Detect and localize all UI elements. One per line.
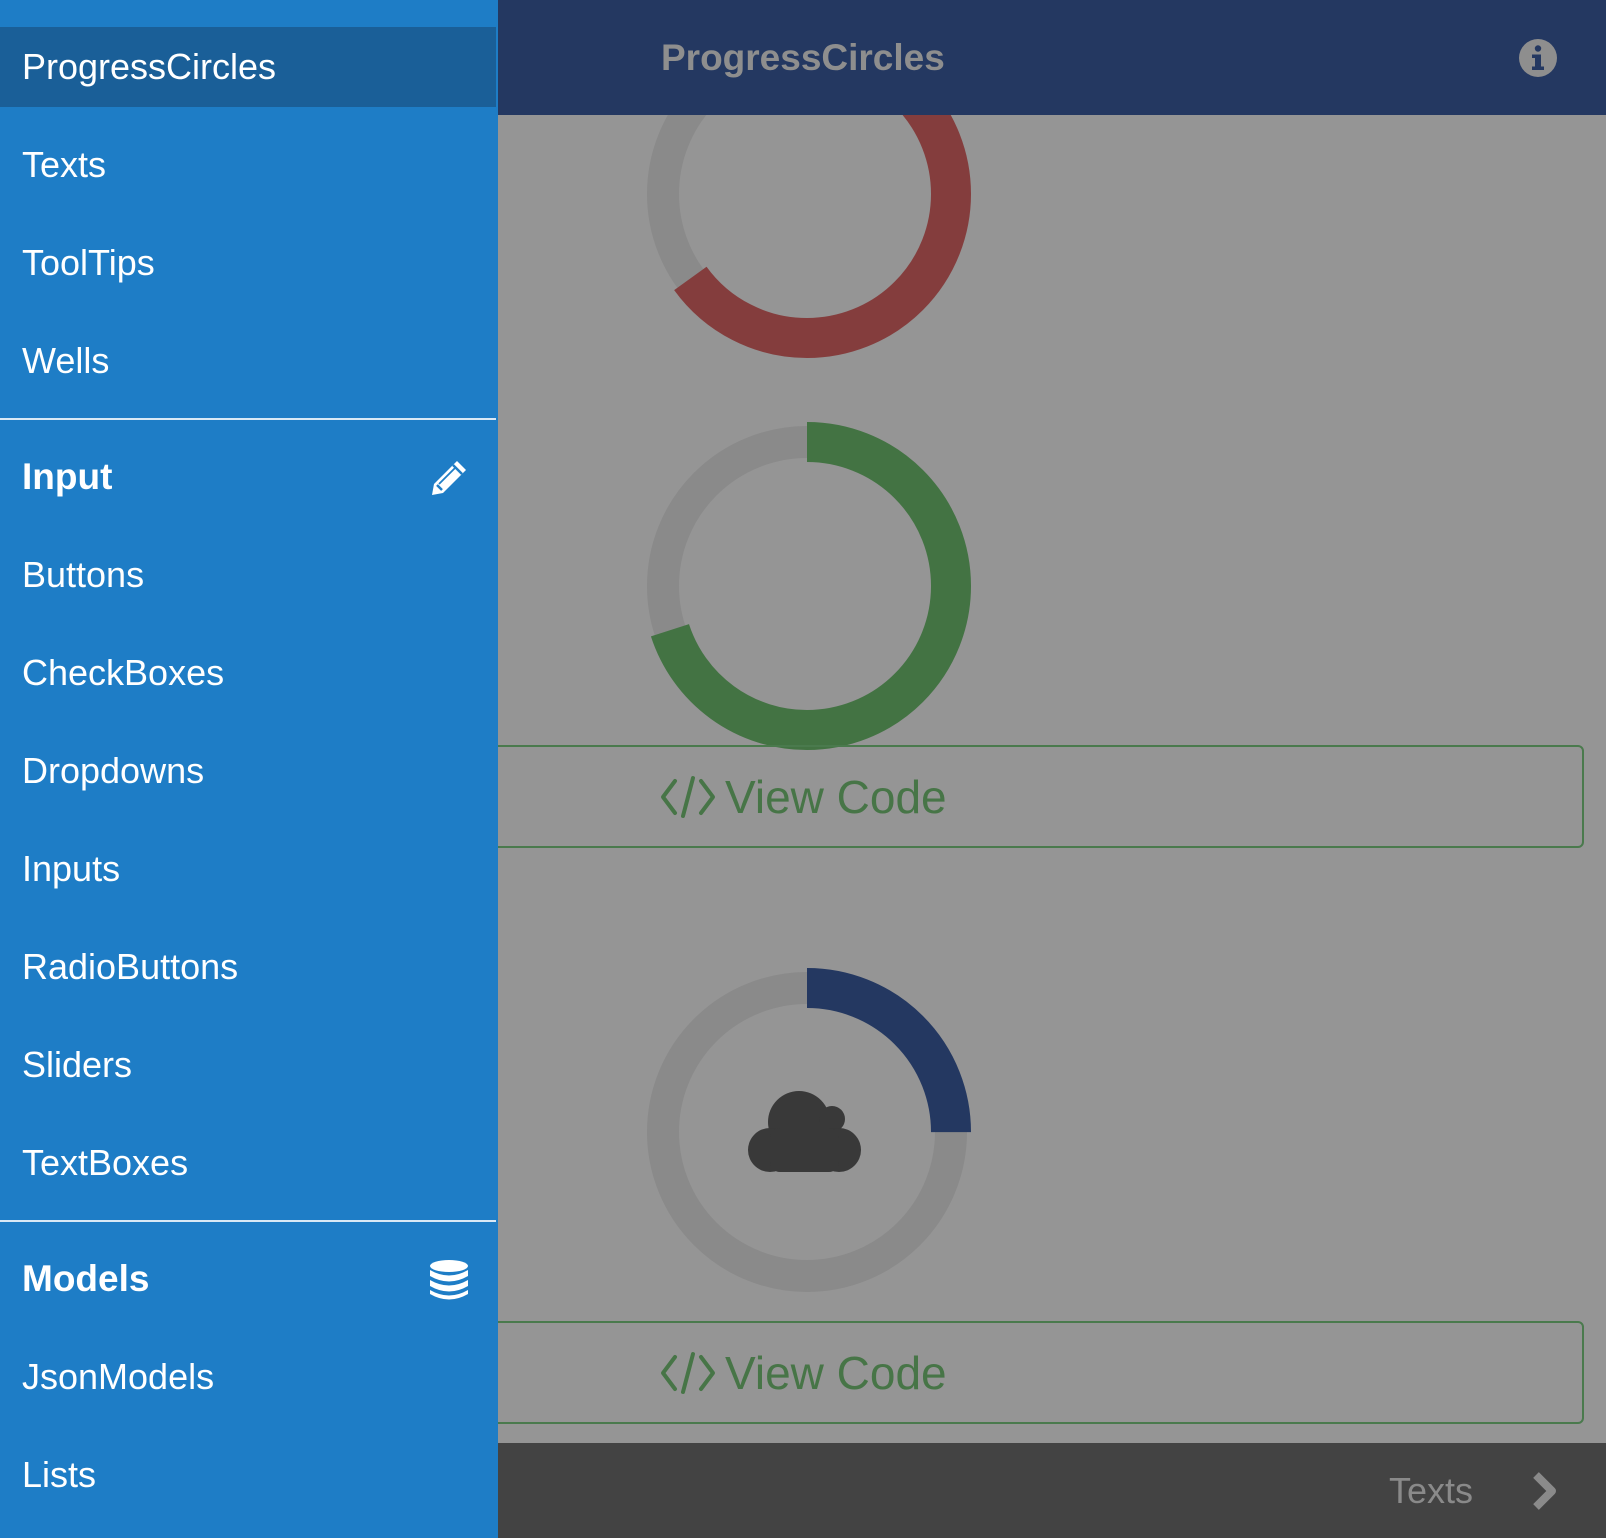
view-code-button[interactable]: View Code <box>490 745 1584 848</box>
next-page-link[interactable]: Texts <box>1389 1443 1473 1538</box>
sidebar-item-inputs[interactable]: Inputs <box>0 829 496 909</box>
sidebar-section-input: Input <box>0 437 496 517</box>
sidebar-item-tooltips[interactable]: ToolTips <box>0 223 496 303</box>
sidebar-item-checkboxes[interactable]: CheckBoxes <box>0 633 496 713</box>
sidebar: ProgressCircles Texts ToolTips Wells Inp… <box>0 0 498 1538</box>
info-circle-icon[interactable] <box>1518 38 1558 78</box>
database-icon <box>430 1260 468 1300</box>
sidebar-section-models: Models <box>0 1239 496 1319</box>
sidebar-item-progresscircles[interactable]: ProgressCircles <box>0 27 496 107</box>
code-icon <box>661 775 715 818</box>
sidebar-item-radiobuttons[interactable]: RadioButtons <box>0 927 496 1007</box>
progress-circle-cloud <box>643 968 971 1296</box>
progress-circle-success <box>643 422 971 750</box>
view-code-label: View Code <box>725 1346 947 1399</box>
code-icon <box>661 1351 715 1394</box>
section-title: Models <box>22 1258 150 1299</box>
chevron-right-icon[interactable] <box>1530 1471 1558 1511</box>
sidebar-item-buttons[interactable]: Buttons <box>0 535 496 615</box>
view-code-label: View Code <box>725 770 947 823</box>
pencil-icon <box>432 461 466 495</box>
sidebar-item-dropdowns[interactable]: Dropdowns <box>0 731 496 811</box>
sidebar-item-lists[interactable]: Lists <box>0 1435 496 1515</box>
sidebar-item-sliders[interactable]: Sliders <box>0 1025 496 1105</box>
sidebar-item-jsonmodels[interactable]: JsonModels <box>0 1337 496 1417</box>
section-title: Input <box>22 456 113 497</box>
sidebar-divider <box>0 1220 496 1222</box>
progress-circle-danger <box>643 115 971 358</box>
sidebar-item-textboxes[interactable]: TextBoxes <box>0 1123 496 1203</box>
cloud-icon <box>748 1091 861 1172</box>
page-title: ProgressCircles <box>661 37 945 78</box>
sidebar-item-wells[interactable]: Wells <box>0 321 496 401</box>
sidebar-divider <box>0 418 496 420</box>
sidebar-item-texts[interactable]: Texts <box>0 125 496 205</box>
view-code-button[interactable]: View Code <box>490 1321 1584 1424</box>
